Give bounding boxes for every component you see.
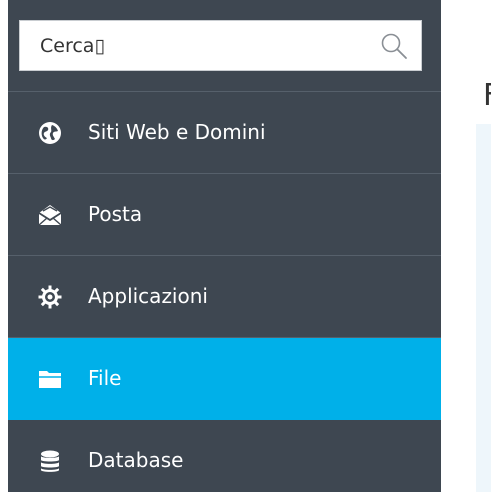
page-title: F [483, 78, 491, 114]
gear-icon [38, 285, 62, 309]
search-area: Cerca▯ [8, 0, 441, 92]
search-input[interactable]: Cerca▯ [19, 20, 422, 71]
sidebar-item-label: File [88, 366, 122, 390]
sidebar-item-label: Posta [88, 202, 143, 226]
left-gutter [0, 0, 8, 492]
sidebar-item-applications[interactable]: Applicazioni [8, 256, 441, 338]
sidebar-item-websites-domains[interactable]: Siti Web e Domini [8, 92, 441, 174]
sidebar: Cerca▯ Siti Web e Domini Posta Applicazi… [8, 0, 441, 492]
search-icon[interactable] [379, 31, 409, 61]
sidebar-item-mail[interactable]: Posta [8, 174, 441, 256]
sidebar-item-label: Siti Web e Domini [88, 120, 266, 144]
folder-icon [39, 371, 61, 388]
sidebar-item-databases[interactable]: Database [8, 420, 441, 492]
mail-icon [38, 205, 62, 226]
sidebar-item-label: Database [88, 448, 184, 472]
content-panel [476, 124, 491, 492]
page: Cerca▯ Siti Web e Domini Posta Applicazi… [0, 0, 491, 492]
globe-icon [39, 122, 61, 144]
sidebar-item-label: Applicazioni [88, 284, 208, 308]
sidebar-item-files[interactable]: File [8, 338, 441, 420]
database-icon [41, 450, 59, 472]
search-input-text[interactable]: Cerca▯ [40, 34, 105, 58]
